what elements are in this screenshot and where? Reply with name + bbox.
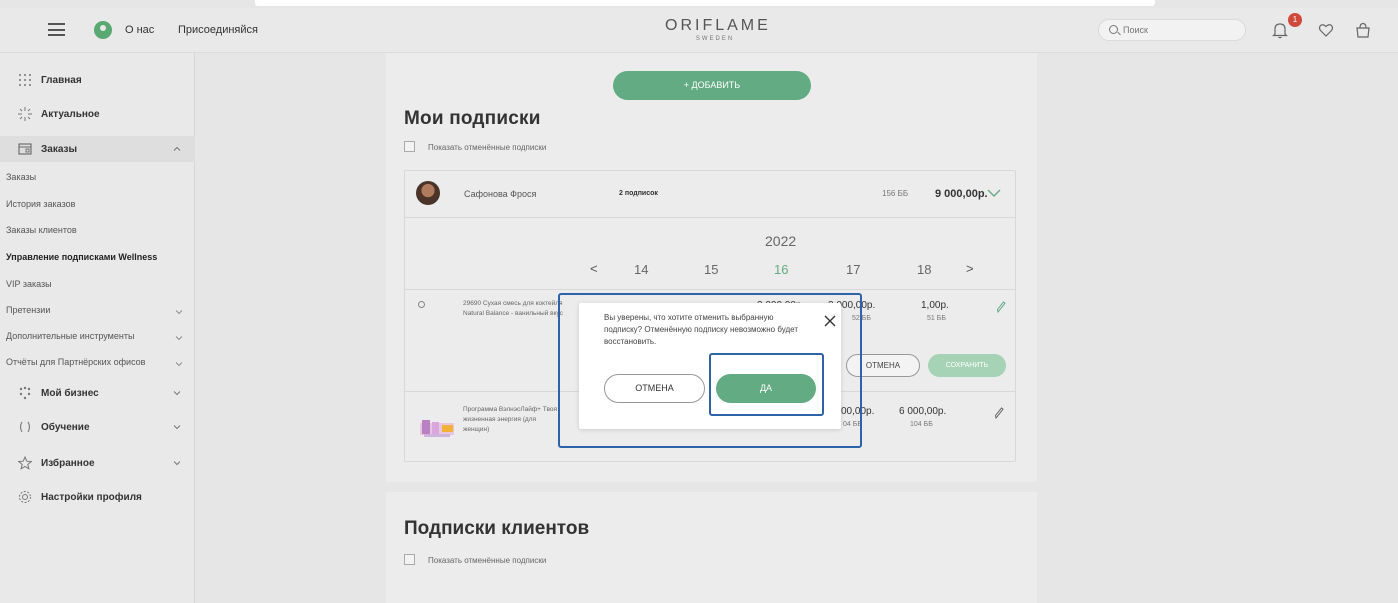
- sidebar-label-learning: Обучение: [41, 421, 90, 433]
- sidebar-sub-tools[interactable]: Дополнительные инструменты: [6, 331, 134, 341]
- show-cancelled-label-2: Показать отменённые подписки: [428, 556, 547, 565]
- show-cancelled-checkbox-2[interactable]: [404, 554, 415, 565]
- sidebar-sub-orders[interactable]: Заказы: [6, 172, 36, 182]
- sidebar-label-business: Мой бизнес: [41, 387, 99, 399]
- sidebar-sub-claims[interactable]: Претензии: [6, 305, 50, 315]
- logo[interactable]: ORIFLAME SWEDEN: [665, 17, 771, 42]
- search-box[interactable]: [1098, 19, 1246, 41]
- show-cancelled-checkbox[interactable]: [404, 141, 415, 152]
- chevron-down-icon[interactable]: [173, 389, 181, 397]
- sidebar-item-profile[interactable]: Настройки профиля: [0, 484, 195, 510]
- sidebar-label-profile: Настройки профиля: [41, 491, 142, 503]
- heart-icon[interactable]: [1318, 22, 1334, 38]
- chevron-down-icon[interactable]: [175, 308, 183, 316]
- chevron-down-icon[interactable]: [175, 334, 183, 342]
- learning-icon: [19, 421, 31, 433]
- sidebar-item-favorites[interactable]: Избранное: [0, 450, 195, 476]
- save-button[interactable]: СОХРАНИТЬ: [928, 354, 1006, 377]
- client-subscriptions-card: [386, 492, 1037, 603]
- next-month-button[interactable]: >: [966, 261, 974, 276]
- top-strip-inner: [255, 0, 1155, 6]
- chevron-down-icon[interactable]: [173, 423, 181, 431]
- divider: [404, 289, 1016, 290]
- month-item[interactable]: 18: [917, 262, 931, 277]
- product-name: Программа ВэлнэсЛайф+ Твоя жизненная эне…: [463, 406, 557, 433]
- prev-month-button[interactable]: <: [590, 261, 598, 276]
- product-radio[interactable]: [418, 301, 425, 308]
- about-link[interactable]: О нас: [125, 24, 154, 36]
- product-price: 6 000,00р.: [899, 406, 947, 417]
- product-price: 1,00р.: [921, 300, 949, 311]
- highlight-frame-yes: [709, 353, 824, 416]
- sidebar-sub-history[interactable]: История заказов: [6, 199, 75, 209]
- product-bb: 51 ББ: [927, 315, 946, 322]
- logo-sub: SWEDEN: [695, 36, 735, 42]
- sidebar-label-news: Актуальное: [41, 108, 100, 120]
- sidebar-label-orders: Заказы: [41, 143, 78, 155]
- chevron-down-icon[interactable]: [987, 188, 1001, 198]
- orders-icon: [18, 143, 32, 155]
- sidebar-sub-wellness[interactable]: Управление подписками Wellness: [6, 252, 157, 262]
- star-icon: [18, 456, 32, 470]
- sparkle-icon: [18, 107, 32, 121]
- gear-icon: [19, 491, 31, 503]
- sidebar-label-favorites: Избранное: [41, 457, 95, 469]
- client-subscriptions-title: Подписки клиентов: [404, 518, 590, 539]
- sidebar-item-business[interactable]: Мой бизнес: [0, 380, 195, 406]
- subscription-count: 2 подписок: [619, 190, 658, 197]
- show-cancelled-label: Показать отменённые подписки: [428, 143, 547, 152]
- month-item-active[interactable]: 16: [774, 262, 788, 277]
- product-name: 29690 Сухая смесь для коктейля Natural B…: [463, 300, 563, 317]
- business-icon: [19, 386, 31, 400]
- join-link[interactable]: Присоединяйся: [178, 24, 258, 36]
- month-item[interactable]: 17: [846, 262, 860, 277]
- subscriber-name: Сафонова Фрося: [464, 189, 537, 199]
- product-bb: 104 ББ: [910, 421, 933, 428]
- header: О нас Присоединяйся ORIFLAME SWEDEN 1: [0, 8, 1398, 53]
- subscription-bb: 156 ББ: [882, 189, 909, 198]
- add-button[interactable]: + ДОБАВИТЬ: [613, 71, 811, 100]
- sidebar-item-home[interactable]: Главная: [0, 67, 195, 93]
- sidebar-item-news[interactable]: Актуальное: [0, 101, 195, 127]
- sidebar-sub-client-orders[interactable]: Заказы клиентов: [6, 225, 77, 235]
- sidebar-item-orders[interactable]: Заказы: [0, 136, 195, 162]
- search-icon: [1109, 25, 1118, 34]
- sidebar-label-home: Главная: [41, 74, 82, 86]
- pencil-icon[interactable]: [996, 301, 1006, 313]
- month-item[interactable]: 15: [704, 262, 718, 277]
- bag-icon[interactable]: [1355, 22, 1371, 38]
- pencil-icon[interactable]: [994, 407, 1004, 419]
- top-strip: [0, 0, 1398, 8]
- logo-main: ORIFLAME: [665, 17, 771, 34]
- chevron-down-icon[interactable]: [175, 360, 183, 368]
- product-image: [420, 420, 454, 437]
- grid-icon: [19, 74, 31, 86]
- search-input[interactable]: [1123, 23, 1233, 37]
- user-avatar-icon[interactable]: [94, 21, 112, 39]
- notification-badge: 1: [1288, 13, 1302, 27]
- chevron-down-icon[interactable]: [173, 459, 181, 467]
- subscription-total: 9 000,00р.: [935, 188, 988, 200]
- month-item[interactable]: 14: [634, 262, 648, 277]
- sidebar-item-learning[interactable]: Обучение: [0, 414, 195, 440]
- sidebar-sub-reports[interactable]: Отчёты для Партнёрских офисов: [6, 357, 145, 367]
- year-label: 2022: [765, 233, 797, 249]
- my-subscriptions-title: Мои подписки: [404, 108, 541, 129]
- chevron-up-icon[interactable]: [173, 145, 181, 153]
- avatar: [416, 181, 440, 205]
- bell-icon[interactable]: [1271, 21, 1289, 39]
- menu-icon[interactable]: [48, 23, 65, 36]
- sidebar-sub-vip[interactable]: VIP заказы: [6, 279, 52, 289]
